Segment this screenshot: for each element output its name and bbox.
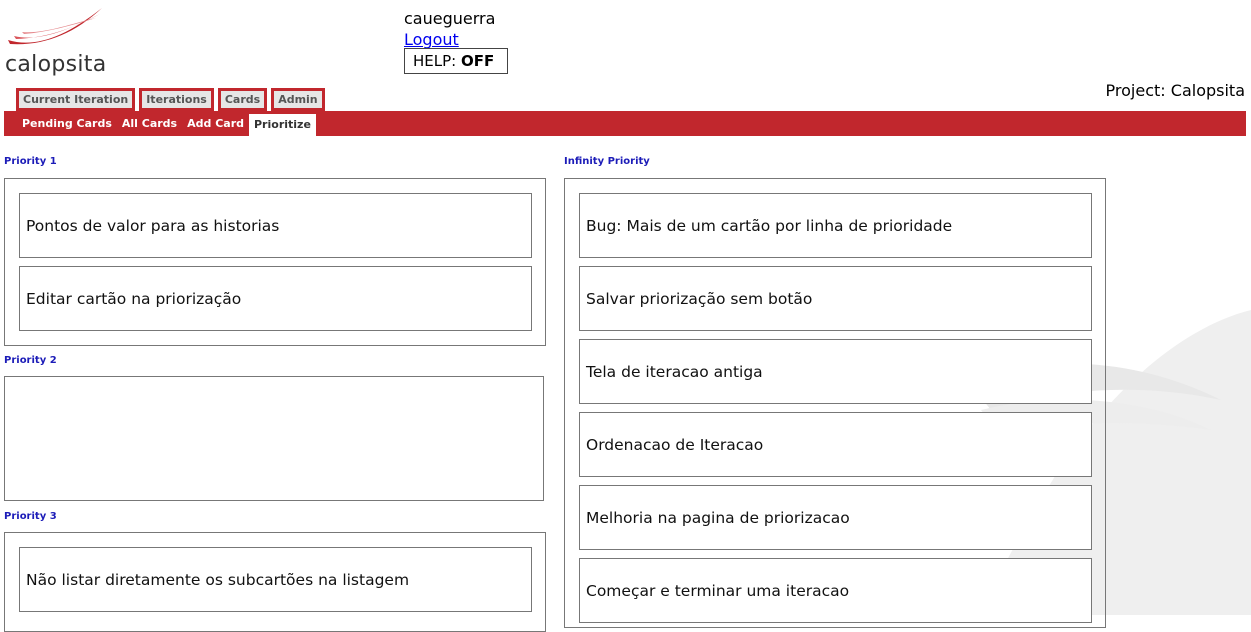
card[interactable]: Editar cartão na priorização bbox=[19, 266, 532, 331]
card[interactable]: Bug: Mais de um cartão por linha de prio… bbox=[579, 193, 1092, 258]
tab-admin[interactable]: Admin bbox=[271, 88, 325, 111]
infinity-priority-group[interactable]: Bug: Mais de um cartão por linha de prio… bbox=[564, 178, 1106, 628]
tab-cards[interactable]: Cards bbox=[217, 88, 268, 111]
user-info: caueguerra Logout bbox=[404, 8, 495, 50]
subnav-add-card[interactable]: Add Card bbox=[182, 111, 249, 136]
sub-navigation-bar: Pending Cards All Cards Add Card Priorit… bbox=[4, 111, 1246, 136]
subnav-all-cards[interactable]: All Cards bbox=[117, 111, 182, 136]
logout-link[interactable]: Logout bbox=[404, 29, 495, 50]
priority-2-group[interactable] bbox=[4, 376, 544, 501]
card[interactable]: Ordenacao de Iteracao bbox=[579, 412, 1092, 477]
card[interactable]: Tela de iteracao antiga bbox=[579, 339, 1092, 404]
subnav-pending-cards[interactable]: Pending Cards bbox=[17, 111, 117, 136]
help-toggle[interactable]: HELP: OFF bbox=[404, 48, 508, 74]
card[interactable]: Melhoria na pagina de priorizacao bbox=[579, 485, 1092, 550]
priority-3-label: Priority 3 bbox=[4, 511, 57, 522]
subnav-prioritize[interactable]: Prioritize bbox=[249, 114, 316, 136]
username: caueguerra bbox=[404, 9, 496, 28]
priority-1-group[interactable]: Pontos de valor para as historias Editar… bbox=[4, 178, 546, 346]
priority-1-label: Priority 1 bbox=[4, 156, 57, 167]
card[interactable]: Pontos de valor para as historias bbox=[19, 193, 532, 258]
tab-iterations[interactable]: Iterations bbox=[139, 88, 214, 111]
infinity-priority-label: Infinity Priority bbox=[564, 156, 650, 167]
tab-current-iteration[interactable]: Current Iteration bbox=[16, 88, 136, 111]
card[interactable]: Começar e terminar uma iteracao bbox=[579, 558, 1092, 623]
card[interactable]: Não listar diretamente os subcartões na … bbox=[19, 547, 532, 612]
project-name: Project: Calopsita bbox=[1105, 81, 1245, 100]
help-label: HELP: bbox=[413, 52, 457, 70]
priority-2-label: Priority 2 bbox=[4, 355, 57, 366]
help-state: OFF bbox=[461, 52, 495, 70]
card[interactable]: Salvar priorização sem botão bbox=[579, 266, 1092, 331]
main-tabs: Current Iteration Iterations Cards Admin bbox=[16, 88, 325, 111]
priority-3-group[interactable]: Não listar diretamente os subcartões na … bbox=[4, 532, 546, 632]
logo-text: calopsita bbox=[5, 52, 107, 77]
